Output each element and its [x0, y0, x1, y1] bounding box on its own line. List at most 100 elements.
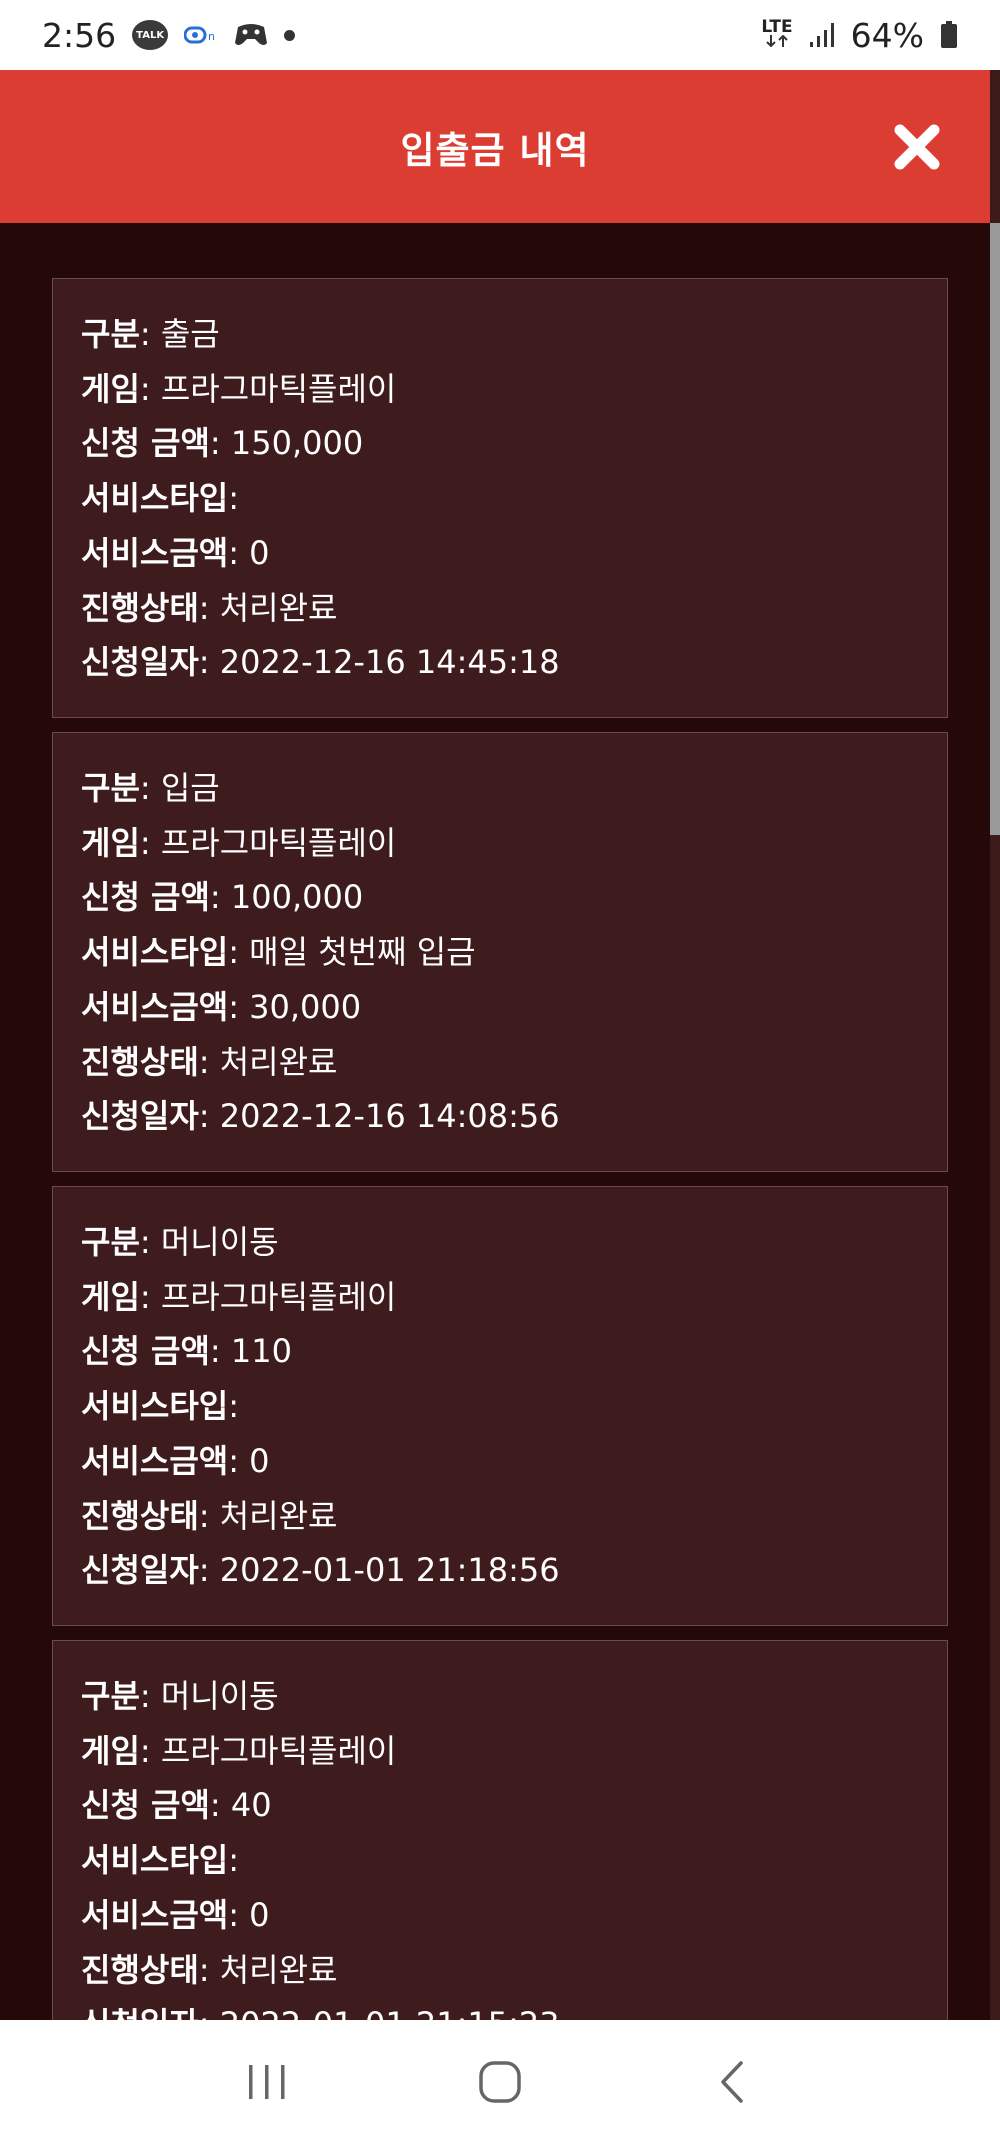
record-date-row: 신청일자: 2022-12-16 14:45:18: [81, 643, 560, 682]
amount-value: 150,000: [230, 424, 364, 463]
service-amount-label: 서비스금액: [81, 1895, 229, 1934]
date-value: 2022-01-01 21:18:56: [219, 1551, 560, 1590]
game-label: 게임: [81, 369, 140, 408]
amount-value: 110: [230, 1332, 292, 1371]
game-controller-icon: [234, 21, 268, 49]
record-service-type-row: 서비스타입:: [81, 1841, 239, 1880]
type-label: 구분: [81, 769, 140, 807]
recent-apps-button[interactable]: [237, 2052, 297, 2112]
record-status-row: 진행상태: 처리완료: [81, 1496, 338, 1535]
date-label: 신청일자: [81, 2005, 199, 2020]
status-label: 진행상태: [81, 1496, 199, 1535]
transaction-card: 구분: 머니이동 게임: 프라그마틱플레이 신청 금액: 40 서비스타입: 서…: [52, 1640, 948, 2020]
record-date-row: 신청일자: 2022-01-01 21:15:23: [81, 1997, 947, 2020]
status-bar: 2:56 TALK n LTE 64%: [0, 0, 1000, 70]
service-type-label: 서비스타입: [81, 1841, 229, 1880]
status-left: 2:56 TALK n: [42, 16, 296, 55]
record-amount-row: 신청 금액: 150,000: [81, 424, 364, 463]
recent-apps-icon: [248, 2065, 285, 2099]
amount-label: 신청 금액: [81, 424, 210, 463]
notification-dot-icon: [284, 29, 296, 41]
status-right: LTE 64%: [761, 16, 958, 55]
date-value: 2022-12-16 14:45:18: [219, 643, 560, 682]
network-indicator: LTE: [761, 17, 793, 50]
type-label: 구분: [81, 1223, 140, 1261]
transaction-card: 구분: 입금 게임: 프라그마틱플레이 신청 금액: 100,000 서비스타입…: [52, 732, 948, 1172]
record-service-type-row: 서비스타입:: [81, 479, 239, 518]
status-value: 처리완료: [219, 1950, 338, 1989]
back-icon: [721, 2061, 744, 2103]
type-value: 머니이동: [160, 1677, 279, 1715]
home-button[interactable]: [470, 2052, 530, 2112]
status-value: 처리완료: [219, 588, 338, 627]
amount-value: 100,000: [230, 878, 364, 917]
record-type-row: 구분: 입금: [81, 769, 220, 807]
type-value: 머니이동: [160, 1223, 279, 1261]
date-label: 신청일자: [81, 643, 199, 682]
record-service-type-row: 서비스타입:: [81, 1387, 239, 1426]
record-service-amount-row: 서비스금액: 30,000: [81, 987, 362, 1026]
battery-icon: [940, 21, 958, 49]
amount-label: 신청 금액: [81, 1786, 210, 1825]
game-value: 프라그마틱플레이: [160, 369, 397, 408]
link-icon: n: [184, 25, 218, 45]
type-value: 입금: [160, 769, 220, 807]
record-service-amount-row: 서비스금액: 0: [81, 533, 270, 572]
amount-label: 신청 금액: [81, 878, 210, 917]
kakaotalk-icon: TALK: [132, 20, 169, 50]
record-service-amount-row: 서비스금액: 0: [81, 1441, 270, 1480]
amount-value: 40: [230, 1786, 272, 1825]
home-icon: [479, 2061, 521, 2103]
record-service-type-row: 서비스타입: 매일 첫번째 입금: [81, 933, 476, 972]
amount-label: 신청 금액: [81, 1332, 210, 1371]
scrollbar-thumb[interactable]: [990, 223, 1000, 835]
close-icon: [894, 124, 940, 169]
date-label: 신청일자: [81, 1551, 199, 1590]
type-label: 구분: [81, 1677, 140, 1715]
svg-text:n: n: [208, 30, 215, 43]
game-label: 게임: [81, 823, 140, 862]
record-status-row: 진행상태: 처리완료: [81, 1042, 338, 1081]
page-title: 입출금 내역: [400, 128, 590, 172]
record-game-row: 게임: 프라그마틱플레이: [81, 1731, 397, 1770]
status-value: 처리완료: [219, 1496, 338, 1535]
game-value: 프라그마틱플레이: [160, 1731, 397, 1770]
service-amount-value: 0: [249, 1441, 270, 1480]
close-button[interactable]: [894, 124, 940, 170]
record-status-row: 진행상태: 처리완료: [81, 588, 338, 627]
transaction-card: 구분: 머니이동 게임: 프라그마틱플레이 신청 금액: 110 서비스타입: …: [52, 1186, 948, 1626]
service-type-label: 서비스타입: [81, 933, 229, 972]
record-amount-row: 신청 금액: 110: [81, 1332, 292, 1371]
service-amount-value: 0: [249, 1895, 270, 1934]
status-label: 진행상태: [81, 1950, 199, 1989]
record-service-amount-row: 서비스금액: 0: [81, 1895, 270, 1934]
service-amount-label: 서비스금액: [81, 1441, 229, 1480]
battery-percent: 64%: [850, 15, 924, 55]
service-amount-value: 0: [249, 533, 270, 572]
signal-icon: [809, 22, 835, 48]
record-type-row: 구분: 출금: [81, 315, 220, 353]
service-type-label: 서비스타입: [81, 479, 229, 518]
date-value: 2022-01-01 21:15:23: [220, 2005, 560, 2020]
service-amount-label: 서비스금액: [81, 987, 229, 1026]
record-game-row: 게임: 프라그마틱플레이: [81, 1277, 397, 1316]
type-label: 구분: [81, 315, 140, 353]
record-date-row: 신청일자: 2022-12-16 14:08:56: [81, 1097, 560, 1136]
service-amount-value: 30,000: [249, 987, 362, 1026]
record-status-row: 진행상태: 처리완료: [81, 1950, 338, 1989]
transaction-list[interactable]: 구분: 출금 게임: 프라그마틱플레이 신청 금액: 150,000 서비스타입…: [0, 223, 990, 2020]
date-label: 신청일자: [81, 1097, 199, 1136]
transaction-card: 구분: 출금 게임: 프라그마틱플레이 신청 금액: 150,000 서비스타입…: [52, 278, 948, 718]
network-label: LTE: [761, 17, 793, 37]
back-button[interactable]: [703, 2052, 763, 2112]
record-type-row: 구분: 머니이동: [81, 1223, 279, 1261]
record-date-row: 신청일자: 2022-01-01 21:18:56: [81, 1551, 560, 1590]
game-label: 게임: [81, 1731, 140, 1770]
system-nav-bar: [0, 2020, 1000, 2144]
game-label: 게임: [81, 1277, 140, 1316]
record-type-row: 구분: 머니이동: [81, 1677, 279, 1715]
type-value: 출금: [160, 315, 220, 353]
date-value: 2022-12-16 14:08:56: [219, 1097, 560, 1136]
game-value: 프라그마틱플레이: [160, 1277, 397, 1316]
status-value: 처리완료: [219, 1042, 338, 1081]
